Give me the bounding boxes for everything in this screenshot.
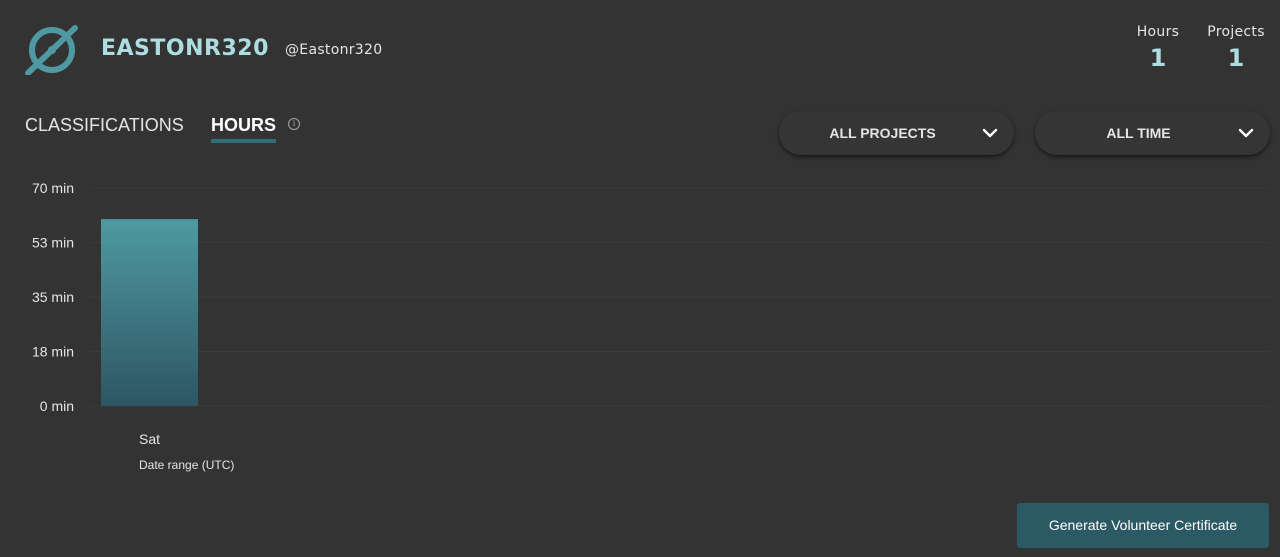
- time-range-dropdown[interactable]: ALL TIME: [1035, 111, 1270, 155]
- y-tick-label: 35 min: [32, 289, 74, 305]
- x-axis-label: Date range (UTC): [139, 458, 234, 472]
- tab-classifications[interactable]: CLASSIFICATIONS: [25, 115, 184, 136]
- info-icon[interactable]: i: [288, 118, 300, 130]
- y-tick-label: 0 min: [40, 398, 74, 414]
- chevron-down-icon: [1238, 128, 1254, 138]
- generate-certificate-button[interactable]: Generate Volunteer Certificate: [1017, 503, 1269, 548]
- tab-hours[interactable]: HOURS: [211, 115, 277, 143]
- y-tick-label: 70 min: [32, 180, 74, 196]
- zooniverse-logo-icon: [25, 25, 78, 75]
- time-range-dropdown-label: ALL TIME: [1106, 125, 1171, 141]
- chevron-down-icon: [982, 128, 998, 138]
- x-tick-label: Sat: [139, 431, 160, 447]
- hours-stat-label: Hours: [1136, 24, 1180, 40]
- display-name: EASTONR320: [101, 36, 269, 61]
- projects-stat-value: 1: [1227, 44, 1245, 72]
- y-tick-label: 18 min: [32, 344, 74, 360]
- user-stats-page: EASTONR320 @Eastonr320 Hours 1 Projects …: [0, 0, 1280, 557]
- hours-stat-value: 1: [1149, 44, 1167, 72]
- hours-bar-chart: 70 min 53 min 35 min 18 min 0 min Sat Date ran…: [32, 180, 1270, 472]
- bar-sat[interactable]: [101, 219, 198, 406]
- projects-dropdown-label: ALL PROJECTS: [829, 125, 936, 141]
- user-login: @Eastonr320: [285, 42, 383, 58]
- hours-stat: Hours 1: [1132, 24, 1184, 71]
- projects-stat-label: Projects: [1207, 24, 1265, 40]
- projects-dropdown[interactable]: ALL PROJECTS: [779, 111, 1014, 155]
- y-tick-label: 53 min: [32, 235, 74, 251]
- projects-stat: Projects 1: [1202, 24, 1270, 71]
